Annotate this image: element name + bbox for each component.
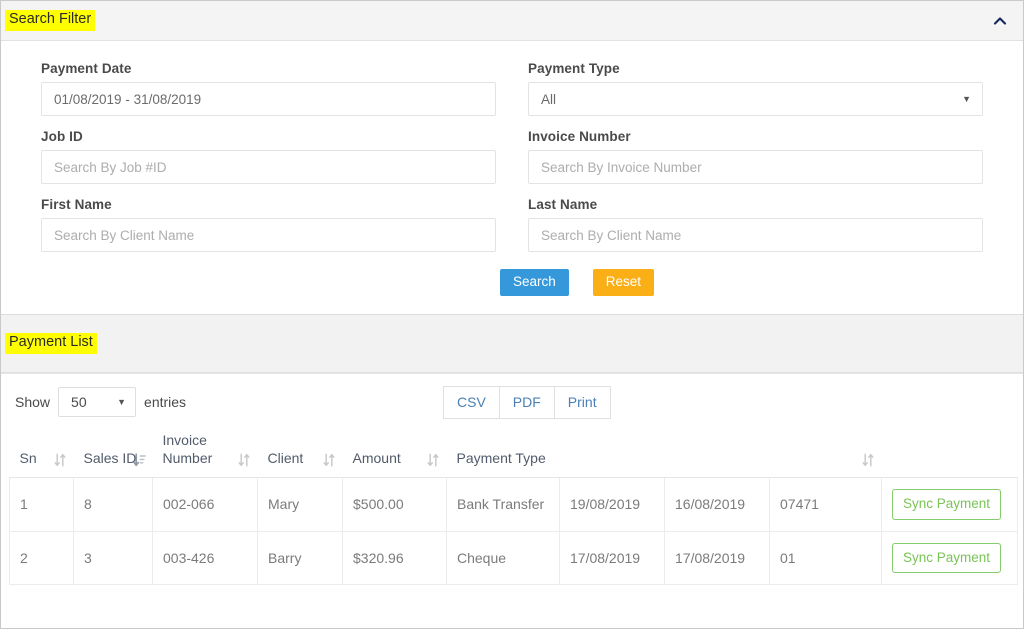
cell-action: Sync Payment [881, 531, 1018, 586]
column-label-payment-type: Payment Type [456, 449, 546, 466]
sync-payment-button[interactable]: Sync Payment [892, 489, 1002, 520]
entries-label: entries [144, 394, 187, 411]
first-name-input[interactable] [41, 218, 496, 252]
payment-type-select-wrap: All ▼ [528, 82, 983, 116]
cell-client[interactable]: Barry [257, 531, 343, 586]
last-name-field: Last Name [528, 197, 983, 252]
first-name-field: First Name [41, 197, 496, 252]
payment-list-title: Payment List [5, 333, 97, 355]
first-name-label: First Name [41, 197, 112, 212]
search-filter-panel: Search Filter Payment Date Payment Type … [1, 1, 1023, 316]
cell-invoice-number[interactable]: 002-066 [152, 477, 258, 532]
sort-both-icon [53, 453, 66, 467]
cell-payment-type: Bank Transfer [446, 477, 560, 532]
payment-type-label: Payment Type [528, 61, 620, 76]
last-name-input[interactable] [528, 218, 983, 252]
export-pdf-button[interactable]: PDF [498, 385, 555, 419]
job-id-field: Job ID [41, 129, 496, 184]
column-header-sn[interactable]: Sn [9, 428, 74, 479]
cell-reference: 01 [769, 531, 882, 586]
search-filter-header[interactable]: Search Filter [1, 1, 1023, 41]
column-header-client[interactable]: Client [257, 428, 343, 479]
column-label-amount: Amount [352, 449, 401, 466]
payment-list-header: Payment List [1, 315, 1023, 374]
export-csv-button[interactable]: CSV [443, 385, 500, 419]
invoice-number-field: Invoice Number [528, 129, 983, 184]
cell-sn: 2 [9, 531, 74, 586]
cell-reference: 07471 [769, 477, 882, 532]
cell-action: Sync Payment [881, 477, 1018, 532]
payment-date-label: Payment Date [41, 61, 132, 76]
payment-date-input[interactable] [41, 82, 496, 116]
payment-table: Sn Sales ID Invoice Number Client Amount… [9, 428, 1018, 586]
print-button[interactable]: Print [553, 385, 611, 419]
column-label-client: Client [267, 449, 304, 466]
column-header-amount[interactable]: Amount [342, 428, 447, 479]
reset-button[interactable]: Reset [592, 269, 655, 297]
payment-type-field: Payment Type All ▼ [528, 61, 983, 116]
cell-sales-id[interactable]: 8 [73, 477, 153, 532]
cell-date-2: 16/08/2019 [664, 477, 770, 532]
sync-payment-button[interactable]: Sync Payment [892, 542, 1002, 574]
table-header-row: Sn Sales ID Invoice Number Client Amount… [9, 428, 1018, 479]
sort-both-icon [426, 453, 439, 467]
cell-amount: $320.96 [342, 531, 447, 586]
sort-both-icon [322, 453, 335, 467]
invoice-number-label: Invoice Number [528, 129, 631, 144]
search-button[interactable]: Search [499, 269, 569, 297]
show-label: Show [15, 394, 51, 411]
filter-button-row: Search Reset [171, 265, 983, 298]
invoice-number-input[interactable] [528, 150, 983, 184]
table-row: 2 3 003-426 Barry $320.96 Cheque 17/08/2… [9, 531, 1018, 586]
payment-date-field: Payment Date [41, 61, 496, 116]
job-id-label: Job ID [41, 129, 83, 144]
cell-sales-id[interactable]: 3 [73, 531, 153, 586]
payment-type-select[interactable]: All [528, 82, 983, 116]
search-filter-grid: Payment Date Payment Type All ▼ Job ID [41, 61, 983, 265]
payment-table-head: Sn Sales ID Invoice Number Client Amount… [9, 428, 1018, 479]
cell-sn: 1 [9, 477, 74, 532]
column-header-sales-id[interactable]: Sales ID [73, 428, 153, 479]
column-label-sn: Sn [19, 449, 37, 466]
cell-date-2: 17/08/2019 [664, 531, 770, 586]
sort-both-icon [237, 453, 250, 467]
column-label-sales-id: Sales ID [83, 449, 137, 466]
search-filter-title: Search Filter [5, 10, 96, 31]
chevron-up-icon[interactable] [991, 12, 1009, 30]
cell-invoice-number[interactable]: 003-426 [152, 531, 258, 586]
job-id-input[interactable] [41, 150, 496, 184]
payment-list-panel: Show 50 ▼ entries CSV PDF Print Sn Sales… [1, 373, 1023, 586]
search-filter-body: Payment Date Payment Type All ▼ Job ID [1, 41, 1023, 315]
sort-descending-icon [132, 453, 146, 467]
column-label-invoice-number: Invoice Number [162, 432, 213, 466]
column-header-action[interactable] [881, 428, 1018, 479]
payment-search-page: Search Filter Payment Date Payment Type … [0, 0, 1024, 629]
show-entries-control: Show 50 ▼ entries [15, 387, 187, 418]
column-header-payment-type[interactable]: Payment Type [446, 428, 882, 479]
page-length-value: 50 [71, 394, 87, 411]
payment-table-body: 1 8 002-066 Mary $500.00 Bank Transfer 1… [9, 477, 1018, 586]
column-header-invoice-number[interactable]: Invoice Number [152, 428, 258, 479]
table-toolbar: Show 50 ▼ entries CSV PDF Print [9, 374, 1015, 428]
chevron-down-icon: ▼ [117, 397, 127, 408]
last-name-label: Last Name [528, 197, 598, 212]
cell-date-1: 17/08/2019 [559, 531, 665, 586]
sort-both-icon [861, 453, 874, 467]
table-row: 1 8 002-066 Mary $500.00 Bank Transfer 1… [9, 477, 1018, 532]
cell-payment-type: Cheque [446, 531, 560, 586]
cell-client[interactable]: Mary [257, 477, 343, 532]
cell-amount: $500.00 [342, 477, 447, 532]
page-length-select[interactable]: 50 ▼ [58, 387, 137, 418]
export-buttons-group: CSV PDF Print [443, 385, 611, 419]
cell-date-1: 19/08/2019 [559, 477, 665, 532]
